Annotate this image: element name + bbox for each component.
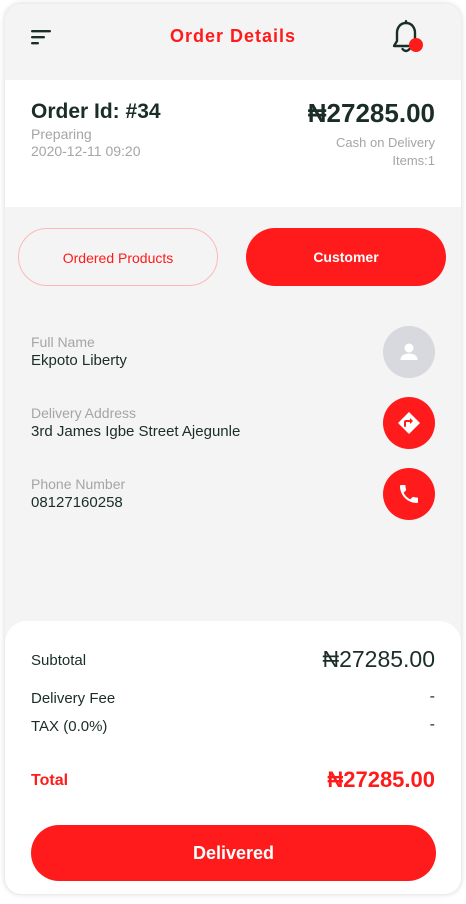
full-name-label: Full Name — [31, 334, 95, 350]
phone-icon — [400, 485, 418, 503]
items-count: Items:1 — [392, 153, 435, 168]
price-summary-panel: Subtotal ₦27285.00 Delivery Fee - TAX (0… — [5, 621, 461, 894]
tax-label: TAX (0.0%) — [31, 718, 108, 735]
phone-screen: Order Details Order Id: #34 Preparing 20… — [5, 4, 461, 894]
phone-number-value: 08127160258 — [31, 494, 123, 511]
total-label: Total — [31, 772, 69, 789]
notification-badge — [409, 38, 423, 52]
delivery-fee-value: - — [429, 688, 435, 705]
order-datetime: 2020-12-11 09:20 — [31, 143, 141, 159]
total-value: ₦27285.00 — [327, 767, 435, 792]
tax-value: - — [429, 716, 435, 733]
order-id: Order Id: #34 — [31, 100, 161, 123]
subtotal-label: Subtotal — [31, 652, 87, 669]
order-total: ₦27285.00 — [307, 98, 435, 128]
delivered-button[interactable]: Delivered — [31, 825, 436, 881]
subtotal-value: ₦27285.00 — [322, 646, 435, 672]
order-summary-card: Order Id: #34 Preparing 2020-12-11 09:20… — [5, 80, 461, 207]
full-name-value: Ekpoto Liberty — [31, 352, 127, 369]
delivery-fee-label: Delivery Fee — [31, 690, 116, 707]
tab-customer[interactable]: Customer — [246, 228, 446, 286]
delivery-address-value: 3rd James Igbe Street Ajegunle — [31, 423, 241, 440]
phone-number-label: Phone Number — [31, 476, 126, 492]
tab-ordered-products[interactable]: Ordered Products — [18, 228, 218, 286]
order-status: Preparing — [31, 126, 92, 142]
delivery-address-label: Delivery Address — [31, 405, 137, 421]
payment-method: Cash on Delivery — [336, 135, 435, 150]
avatar — [383, 326, 435, 378]
call-button[interactable] — [383, 468, 435, 520]
person-icon — [400, 343, 418, 360]
app-header: Order Details — [5, 4, 461, 76]
directions-icon — [398, 412, 420, 434]
directions-button[interactable] — [383, 397, 435, 449]
